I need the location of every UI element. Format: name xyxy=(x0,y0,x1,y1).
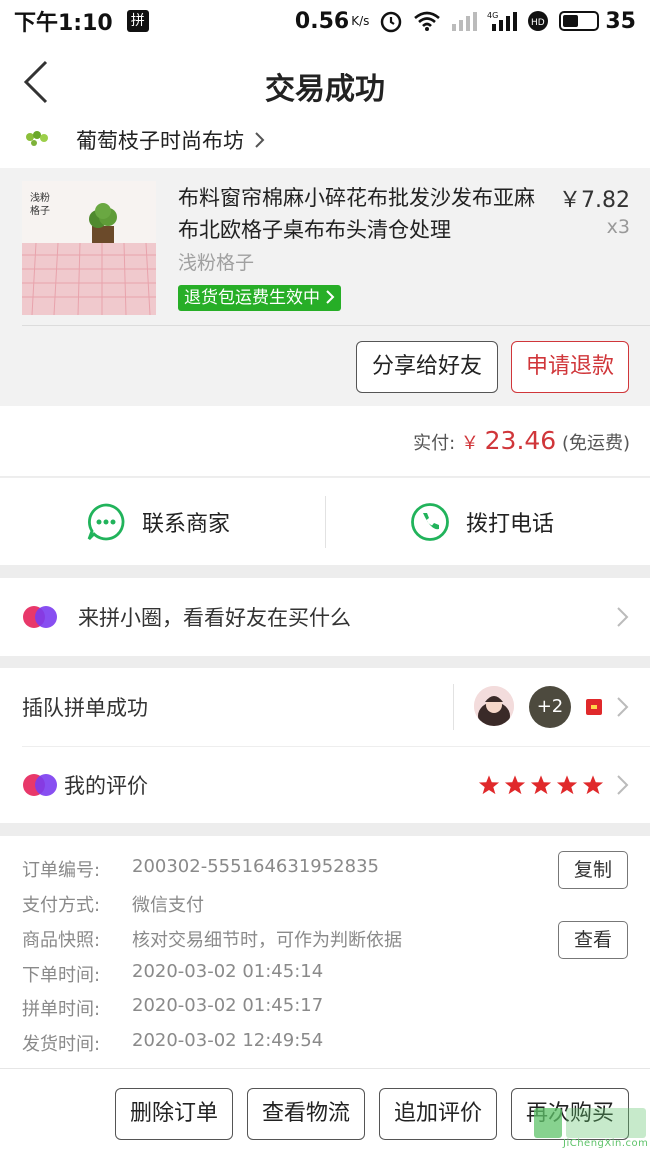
battery-indicator: 35 xyxy=(559,9,636,34)
view-logistics-button[interactable]: 查看物流 xyxy=(247,1088,365,1140)
call-phone-button[interactable]: 拨打电话 xyxy=(410,478,554,566)
order-number-row: 订单编号: 200302-555164631952835 xyxy=(22,856,379,882)
share-button[interactable]: 分享给好友 xyxy=(356,341,498,393)
shop-logo-icon xyxy=(22,129,52,151)
review-stars xyxy=(478,774,604,796)
group-review-block: 插队拼单成功 +2 我的评价 xyxy=(0,668,650,823)
ship-time: 2020-03-02 12:49:54 xyxy=(132,1030,324,1051)
review-icon xyxy=(23,773,57,796)
phone-icon xyxy=(411,503,449,541)
paid-label: 实付: xyxy=(413,433,456,454)
chevron-right-icon xyxy=(617,774,629,795)
order-number: 200302-555164631952835 xyxy=(132,856,379,877)
alarm-icon xyxy=(381,11,402,33)
star-icon xyxy=(504,774,526,794)
hd-icon: HD xyxy=(528,11,549,31)
group-time-row: 拼单时间: 2020-03-02 01:45:17 xyxy=(22,995,323,1021)
ship-time-label: 发货时间: xyxy=(22,1034,101,1055)
shipping-note: (免运费) xyxy=(561,433,630,454)
ship-time-row: 发货时间: 2020-03-02 12:49:54 xyxy=(22,1030,323,1056)
product-quantity: x3 xyxy=(606,216,630,238)
paid-summary: 实付: ￥ 23.46 (免运费) xyxy=(0,406,650,476)
wifi-icon xyxy=(414,11,441,31)
currency-symbol: ￥ xyxy=(460,433,479,454)
star-icon xyxy=(530,774,552,794)
copy-button[interactable]: 复制 xyxy=(558,851,628,889)
view-snapshot-button[interactable]: 查看 xyxy=(558,921,628,959)
watermark-text: JiChengXin.com xyxy=(563,1138,649,1149)
group-time-label: 拼单时间: xyxy=(22,999,101,1020)
snapshot-label: 商品快照: xyxy=(22,930,101,951)
my-review-label: 我的评价 xyxy=(64,773,148,798)
contact-merchant-label: 联系商家 xyxy=(142,512,231,537)
shop-name: 葡萄枝子时尚布坊 xyxy=(76,129,244,153)
product-card[interactable]: 浅粉 格子 布料窗帘棉麻小碎花布批发沙发布亚麻布北欧格子桌布布头清仓处理 ￥7.… xyxy=(0,168,650,406)
order-time: 2020-03-02 01:45:14 xyxy=(132,961,324,982)
contact-merchant-button[interactable]: 联系商家 xyxy=(86,478,230,566)
order-info: 订单编号: 200302-555164631952835 复制 支付方式: 微信… xyxy=(0,836,650,1068)
product-title: 布料窗帘棉麻小碎花布批发沙发布亚麻布北欧格子桌布布头清仓处理 xyxy=(178,186,535,242)
delete-order-button[interactable]: 删除订单 xyxy=(115,1088,233,1140)
product-variant: 浅粉格子 xyxy=(178,252,255,274)
page-title: 交易成功 xyxy=(265,72,385,107)
pay-method: 微信支付 xyxy=(132,895,204,916)
signal-icon-sim1 xyxy=(452,12,478,31)
svg-text:HD: HD xyxy=(531,18,545,28)
add-review-button[interactable]: 追加评价 xyxy=(379,1088,497,1140)
svg-text:格子: 格子 xyxy=(30,204,50,217)
chevron-right-icon xyxy=(617,607,629,627)
snapshot-row: 商品快照: 核对交易细节时，可作为判断依据 xyxy=(22,926,402,952)
tablecloth-image: 浅粉 格子 xyxy=(22,181,156,315)
pay-method-label: 支付方式: xyxy=(22,895,101,916)
svg-text:浅粉: 浅粉 xyxy=(30,191,50,204)
my-review-row[interactable]: 我的评价 xyxy=(0,746,650,823)
page-header: 交易成功 xyxy=(0,42,650,120)
row-divider xyxy=(453,684,454,730)
star-icon xyxy=(478,774,500,794)
product-price: ￥7.82 xyxy=(559,188,630,213)
contact-divider xyxy=(325,496,326,548)
group-status-label: 插队拼单成功 xyxy=(22,696,148,720)
status-bar: 下午1:10 拼 0.56 K/s 4G HD 35 xyxy=(0,0,650,42)
svg-text:4G: 4G xyxy=(487,11,498,20)
contact-row: 联系商家 拨打电话 xyxy=(0,477,650,565)
battery-percent: 35 xyxy=(605,8,636,34)
chevron-right-icon xyxy=(255,132,265,148)
red-packet-icon xyxy=(586,699,602,715)
app-notification-icon: 拼 xyxy=(126,10,149,32)
star-icon xyxy=(556,774,578,794)
extra-members-badge: +2 xyxy=(529,686,571,728)
product-thumbnail[interactable]: 浅粉 格子 xyxy=(22,181,156,315)
return-shipping-tag-label: 退货包运费生效中 xyxy=(184,288,320,308)
chat-bubble-icon xyxy=(87,503,125,541)
signal-icon-4g: 4G xyxy=(487,11,518,31)
refund-button[interactable]: 申请退款 xyxy=(511,341,629,393)
avatar xyxy=(474,686,514,726)
call-phone-label: 拨打电话 xyxy=(466,512,555,537)
status-time: 下午1:10 xyxy=(14,11,113,36)
return-shipping-tag[interactable]: 退货包运费生效中 xyxy=(178,285,342,311)
star-icon xyxy=(582,774,604,794)
pay-method-row: 支付方式: 微信支付 xyxy=(22,891,204,917)
card-divider xyxy=(22,325,650,326)
order-time-label: 下单时间: xyxy=(22,965,101,986)
friend-circle-icon xyxy=(23,606,57,628)
group-time: 2020-03-02 01:45:17 xyxy=(132,995,324,1016)
network-speed: 0.56 xyxy=(294,8,350,34)
order-time-row: 下单时间: 2020-03-02 01:45:14 xyxy=(22,961,323,987)
network-speed-unit: K/s xyxy=(351,14,370,28)
friend-circle-label: 来拼小圈，看看好友在买什么 xyxy=(78,606,351,630)
battery-icon xyxy=(559,11,600,31)
snapshot-desc: 核对交易细节时，可作为判断依据 xyxy=(132,930,402,951)
order-number-label: 订单编号: xyxy=(22,860,101,881)
friend-circle-row[interactable]: 来拼小圈，看看好友在买什么 xyxy=(0,578,650,656)
shop-link[interactable]: 葡萄枝子时尚布坊 xyxy=(0,112,650,168)
chevron-right-icon xyxy=(326,290,335,304)
group-status-row[interactable]: 插队拼单成功 +2 xyxy=(0,668,650,746)
chevron-right-icon xyxy=(617,697,629,717)
paid-amount: 23.46 xyxy=(484,426,557,455)
